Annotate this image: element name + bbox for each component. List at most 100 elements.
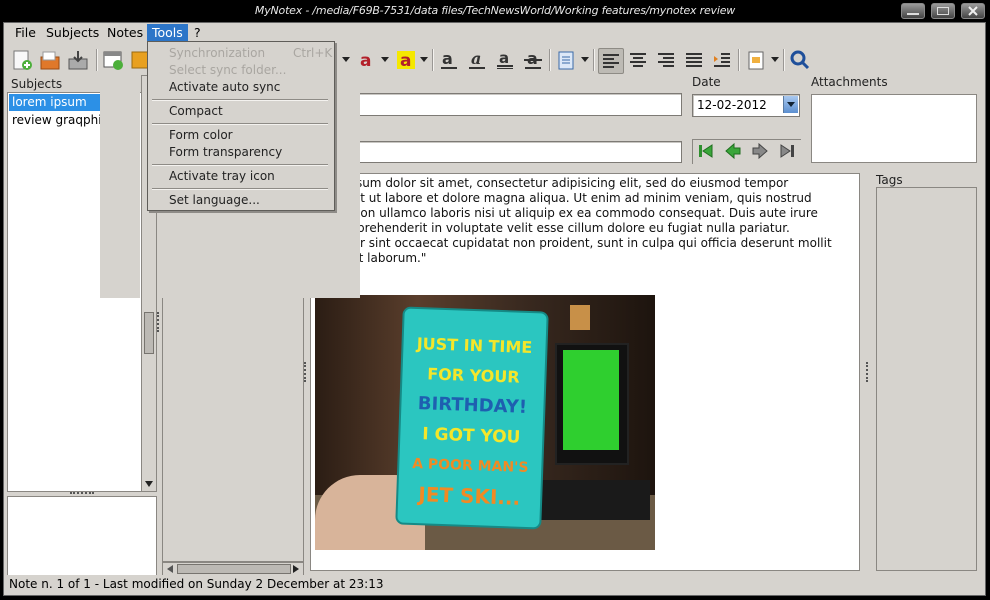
- menu-shadow: [100, 75, 140, 298]
- menu-file[interactable]: File: [10, 24, 41, 42]
- save-button[interactable]: [66, 48, 90, 72]
- svg-text:a: a: [442, 49, 453, 68]
- menu-item-form-transparency[interactable]: Form transparency: [169, 145, 282, 159]
- menu-item-activate-tray-icon[interactable]: Activate tray icon: [169, 169, 275, 183]
- embedded-photo: JUST IN TIME FOR YOUR BIRTHDAY! I GOT YO…: [315, 295, 655, 550]
- text-color-icon: a: [360, 51, 371, 71]
- open-button[interactable]: [38, 48, 62, 72]
- card-text: JUST IN TIME: [416, 334, 533, 358]
- search-icon: [790, 50, 810, 70]
- align-right-icon: [658, 53, 674, 67]
- svg-text:a: a: [527, 49, 538, 68]
- italic-button[interactable]: a: [465, 48, 489, 72]
- strikethrough-button[interactable]: a: [521, 48, 545, 72]
- list-button[interactable]: [554, 48, 578, 72]
- minimize-button[interactable]: [901, 3, 925, 19]
- align-left-button[interactable]: [598, 48, 624, 74]
- bold-button[interactable]: a: [437, 48, 461, 72]
- new-note-button[interactable]: [10, 48, 34, 72]
- card-text: I GOT YOU: [421, 424, 521, 448]
- subjects-header: Subjects: [11, 77, 63, 91]
- italic-icon: a: [469, 49, 485, 69]
- svg-text:a: a: [499, 49, 509, 67]
- note-line: eur sint occaecat cupidatat non proident…: [345, 236, 832, 250]
- subject-details-panel: [7, 496, 157, 576]
- scroll-left-icon[interactable]: [165, 564, 175, 574]
- menu-item-shortcut: Ctrl+K: [293, 46, 333, 60]
- chevron-down-icon: [787, 101, 795, 107]
- new-window-button[interactable]: [101, 48, 125, 72]
- first-note-button[interactable]: [695, 142, 717, 160]
- menu-item-form-color[interactable]: Form color: [169, 128, 233, 142]
- status-text: Note n. 1 of 1 - Last modified on Sunday…: [9, 577, 384, 591]
- attachments-list[interactable]: [811, 94, 977, 163]
- last-note-button[interactable]: [776, 142, 798, 160]
- birthday-card: JUST IN TIME FOR YOUR BIRTHDAY! I GOT YO…: [395, 306, 549, 530]
- previous-icon: [725, 143, 741, 159]
- menu-item-compact[interactable]: Compact: [169, 104, 223, 118]
- svg-text:a: a: [360, 51, 371, 71]
- window-title: MyNotex - /media/F69B-7531/data files/Te…: [254, 4, 736, 17]
- previous-note-button[interactable]: [722, 142, 744, 160]
- maximize-button[interactable]: [931, 3, 955, 19]
- bold-icon: a: [441, 49, 457, 69]
- note-title-field[interactable]: [345, 93, 682, 116]
- date-value: 12-02-2012: [697, 98, 767, 112]
- justify-button[interactable]: [682, 48, 706, 72]
- tags-panel[interactable]: [876, 187, 977, 571]
- bullet-list-icon: [558, 51, 574, 70]
- align-center-icon: [630, 53, 646, 67]
- align-left-icon: [603, 54, 619, 68]
- text-color-button[interactable]: a: [354, 48, 378, 72]
- note-line: reprehenderit in voluptate velit esse ci…: [345, 221, 790, 235]
- splitter-grip[interactable]: [304, 362, 308, 382]
- note-line: ipsum dolor sit amet, consectetur adipis…: [345, 176, 789, 190]
- note-keywords-field[interactable]: [345, 141, 682, 163]
- notes-hscrollbar[interactable]: [162, 562, 304, 576]
- note-line: ation ullamco laboris nisi ut aliquip ex…: [345, 206, 818, 220]
- menu-bar: File Subjects Notes Tools ?: [4, 23, 984, 43]
- card-text: JET SKI...: [417, 482, 521, 510]
- card-text: BIRTHDAY!: [417, 393, 528, 418]
- underline-icon: a: [497, 49, 513, 69]
- note-line: unt ut labore et dolore magna aliqua. Ut…: [345, 191, 812, 205]
- insert-image-icon: [748, 51, 764, 70]
- note-body: ipsum dolor sit amet, consectetur adipis…: [345, 176, 832, 266]
- svg-text:a: a: [471, 49, 481, 68]
- scroll-down-icon[interactable]: [143, 478, 155, 490]
- close-button[interactable]: [961, 3, 985, 19]
- new-window-icon: [103, 51, 123, 70]
- menu-item-activate-auto-sync[interactable]: Activate auto sync: [169, 80, 280, 94]
- menu-help[interactable]: ?: [189, 24, 206, 42]
- underline-button[interactable]: a: [493, 48, 517, 72]
- menu-tools[interactable]: Tools: [147, 24, 188, 42]
- next-icon: [752, 143, 768, 159]
- scroll-right-icon[interactable]: [291, 564, 301, 574]
- menu-item-set-language[interactable]: Set language...: [169, 193, 260, 207]
- tools-menu: Synchronization Ctrl+K Select sync folde…: [147, 41, 335, 211]
- card-text: FOR YOUR: [426, 364, 520, 387]
- menu-notes[interactable]: Notes: [102, 24, 148, 42]
- insert-image-button[interactable]: [744, 48, 768, 72]
- splitter-grip[interactable]: [866, 362, 870, 382]
- date-dropdown-button[interactable]: [783, 96, 798, 113]
- highlight-color-button[interactable]: a: [394, 48, 418, 72]
- search-button[interactable]: [788, 48, 812, 72]
- date-label: Date: [692, 75, 721, 89]
- align-right-button[interactable]: [654, 48, 678, 72]
- next-note-button[interactable]: [749, 142, 771, 160]
- indent-button[interactable]: [710, 48, 734, 72]
- menu-subjects[interactable]: Subjects: [41, 24, 104, 42]
- splitter-grip[interactable]: [157, 312, 161, 332]
- close-icon: [968, 6, 978, 16]
- menu-item-synchronization[interactable]: Synchronization: [169, 46, 265, 60]
- note-editor[interactable]: ipsum dolor sit amet, consectetur adipis…: [310, 173, 860, 571]
- menu-item-select-sync-folder[interactable]: Select sync folder...: [169, 63, 286, 77]
- save-icon: [68, 51, 88, 70]
- align-center-button[interactable]: [626, 48, 650, 72]
- open-folder-icon: [40, 51, 60, 70]
- card-text: A POOR MAN'S: [411, 455, 529, 476]
- splitter-grip[interactable]: [70, 492, 94, 496]
- date-field[interactable]: 12-02-2012: [692, 94, 800, 117]
- justify-icon: [686, 53, 702, 67]
